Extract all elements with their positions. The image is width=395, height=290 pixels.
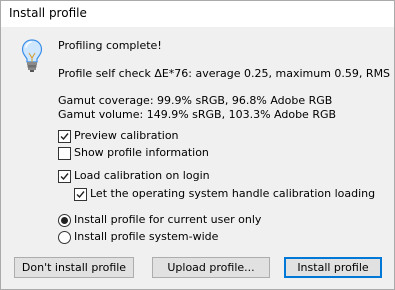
install-profile-button[interactable]: Install profile <box>284 257 382 278</box>
install-system-wide-label: Install profile system-wide <box>74 230 219 243</box>
load-calibration-label: Load calibration on login <box>74 169 210 182</box>
self-check-text: Profile self check ΔE*76: average 0.25, … <box>58 67 395 80</box>
gamut-coverage-text: Gamut coverage: 99.9% sRGB, 96.8% Adobe … <box>58 94 333 107</box>
preview-calibration-label: Preview calibration <box>74 129 179 142</box>
install-profile-dialog: Install profile Profiling complete! Prof… <box>0 0 395 290</box>
show-profile-info-label: Show profile information <box>74 146 209 159</box>
os-handle-loading-label: Let the operating system handle calibrat… <box>90 187 376 200</box>
gamut-volume-text: Gamut volume: 149.9% sRGB, 103.3% Adobe … <box>58 108 337 121</box>
dialog-content: Profiling complete! Profile self check Δ… <box>1 27 394 289</box>
preview-calibration-checkbox[interactable]: Preview calibration <box>58 128 179 144</box>
install-system-wide-radio[interactable]: Install profile system-wide <box>58 229 218 245</box>
checkbox-checked-icon <box>58 129 71 143</box>
checkbox-unchecked-icon <box>58 146 71 160</box>
install-current-user-radio[interactable]: Install profile for current user only <box>58 212 261 228</box>
radio-unselected-icon <box>58 230 71 244</box>
checkbox-checked-icon <box>58 169 71 183</box>
checkbox-checked-icon <box>74 187 87 201</box>
load-calibration-checkbox[interactable]: Load calibration on login <box>58 168 210 184</box>
show-profile-info-checkbox[interactable]: Show profile information <box>58 145 209 161</box>
radio-selected-icon <box>58 213 71 227</box>
title-bar: Install profile <box>1 1 394 27</box>
upload-profile-button[interactable]: Upload profile... <box>152 257 270 278</box>
os-handle-loading-checkbox[interactable]: Let the operating system handle calibrat… <box>74 186 375 202</box>
dont-install-button[interactable]: Don't install profile <box>14 257 134 278</box>
headline-text: Profiling complete! <box>58 39 162 52</box>
window-title: Install profile <box>9 6 87 20</box>
lightbulb-icon <box>21 39 43 72</box>
install-current-user-label: Install profile for current user only <box>74 213 262 226</box>
